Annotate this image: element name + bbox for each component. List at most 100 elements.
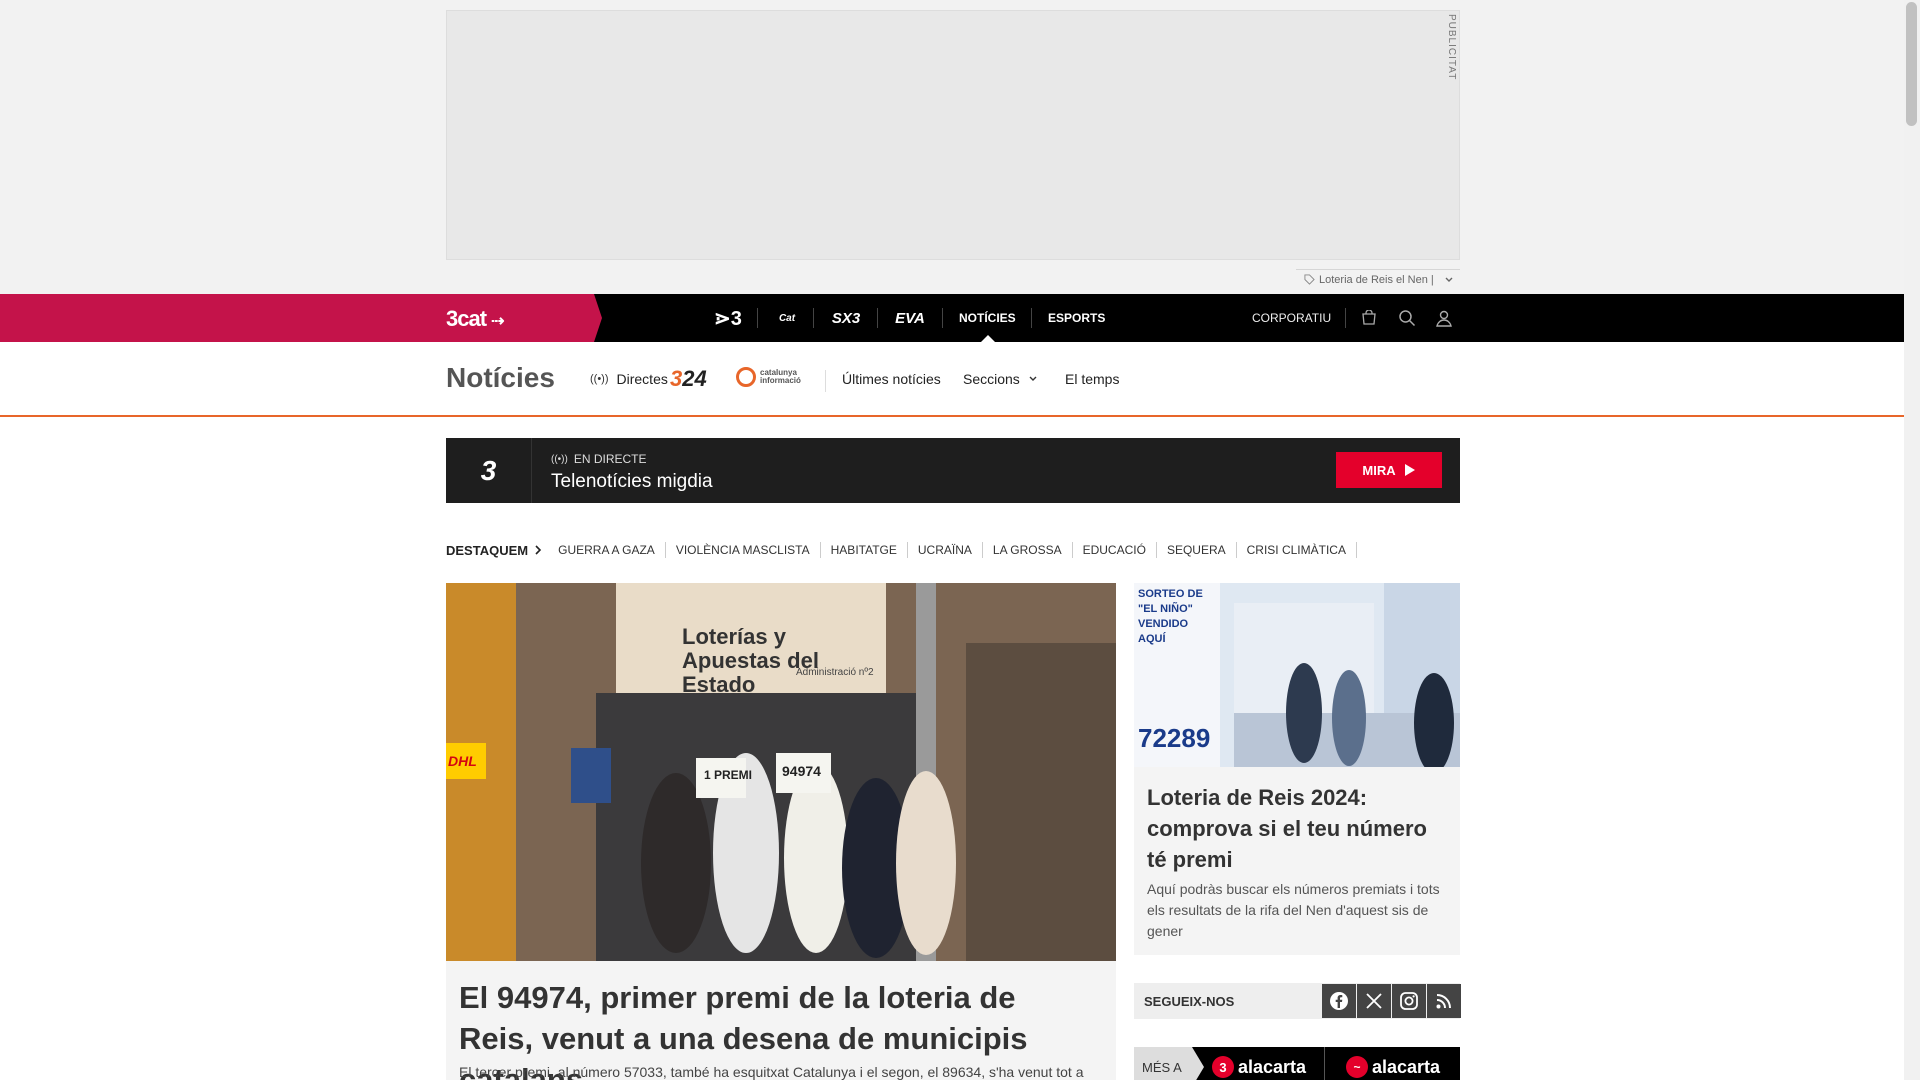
3cat-logo[interactable]: 3cat ⇢ bbox=[446, 306, 505, 332]
ticket-prize: 1 PREMI bbox=[704, 768, 753, 782]
eva-icon-text: EVA bbox=[895, 309, 925, 327]
live-link[interactable]: ((•)) Directes bbox=[590, 371, 668, 387]
broadcast-icon: ((•)) bbox=[551, 453, 568, 465]
x-icon[interactable] bbox=[1357, 984, 1391, 1018]
catradio-icon[interactable]: Cat bbox=[770, 294, 804, 342]
324-logo-digits: 24 bbox=[682, 366, 707, 391]
dhl-sign: DHL bbox=[448, 753, 477, 769]
instagram-icon[interactable] bbox=[1392, 984, 1426, 1018]
latest-news-link[interactable]: Últimes notícies bbox=[842, 371, 941, 387]
catalunya-informacio-logo[interactable]: catalunya informació bbox=[736, 367, 814, 387]
tv3-small-icon: 3 bbox=[1212, 1056, 1234, 1078]
section-title[interactable]: Notícies bbox=[446, 362, 555, 394]
chevron-down-icon bbox=[1029, 376, 1037, 381]
ad-band: PUBLICITAT Loteria de Reis el Nen | bbox=[0, 0, 1904, 294]
highlight-item[interactable]: LA GROSSA bbox=[983, 542, 1073, 558]
324-logo[interactable]: 332424 bbox=[670, 366, 707, 392]
live-tag: ((•)) EN DIRECTE bbox=[551, 452, 647, 466]
alacarta-label: alacarta bbox=[1238, 1056, 1307, 1077]
divider bbox=[1031, 308, 1032, 328]
main-article-card[interactable]: El 94974, primer premi de la loteria de … bbox=[446, 961, 1116, 1080]
catradio-icon-text: Cat bbox=[778, 312, 796, 324]
324-logo-mark: 3 bbox=[670, 366, 683, 391]
catradio-alacarta-link[interactable]: ~ alacarta bbox=[1346, 1055, 1440, 1079]
tv3-alacarta-link[interactable]: 3 alacarta bbox=[1212, 1055, 1306, 1079]
user-icon[interactable] bbox=[1432, 306, 1456, 330]
watch-button-label: MIRA bbox=[1362, 462, 1396, 478]
highlight-item[interactable]: VIOLÈNCIA MASCLISTA bbox=[666, 542, 821, 558]
nav-sports[interactable]: ESPORTS bbox=[1048, 294, 1105, 342]
ticket-number: 94974 bbox=[782, 763, 821, 779]
ad-label: PUBLICITAT bbox=[1446, 14, 1457, 81]
ci-logo-text: catalunya informació bbox=[760, 368, 801, 385]
watch-button[interactable]: MIRA bbox=[1336, 452, 1442, 488]
main-article-lede: El tercer premi, al número 57033, també … bbox=[459, 1064, 1084, 1080]
tv3-icon-text: ⋗3 bbox=[714, 307, 742, 330]
live-link-label: Directes bbox=[616, 371, 668, 387]
highlight-item[interactable]: HABITATGE bbox=[821, 542, 908, 558]
divider bbox=[757, 308, 758, 328]
tv3-icon[interactable]: ⋗3 bbox=[710, 294, 746, 342]
top-nav: 3cat ⇢ ⋗3 Cat SX3 EVA NOTÍCIES ESPORTS C… bbox=[0, 294, 1904, 342]
live-tag-label: EN DIRECTE bbox=[573, 452, 647, 466]
brand-band bbox=[0, 294, 602, 342]
ad-slot[interactable] bbox=[446, 10, 1460, 260]
highlight-item[interactable]: GUERRA A GAZA bbox=[548, 542, 666, 558]
tag-icon bbox=[1304, 274, 1315, 285]
tv3-live-logo: 3 bbox=[446, 438, 532, 503]
highlights-bar: DESTAQUEM GUERRA A GAZA VIOLÈNCIA MASCLI… bbox=[446, 540, 1357, 560]
admin-text: Administració nº2 bbox=[796, 667, 874, 678]
follow-us-bar: SEGUEIX-NOS bbox=[1134, 983, 1461, 1019]
alacarta-label: alacarta bbox=[1372, 1056, 1441, 1077]
page: PUBLICITAT Loteria de Reis el Nen | 3cat… bbox=[0, 0, 1920, 1080]
highlights-label[interactable]: DESTAQUEM bbox=[446, 543, 528, 558]
play-icon bbox=[1404, 464, 1415, 476]
sx3-icon-text: SX3 bbox=[831, 309, 861, 327]
scrollbar-thumb[interactable] bbox=[1906, 2, 1917, 126]
active-indicator bbox=[981, 335, 995, 342]
search-icon[interactable] bbox=[1395, 306, 1419, 330]
divider bbox=[942, 308, 943, 328]
highlight-item[interactable]: SEQUERA bbox=[1157, 542, 1237, 558]
sx3-icon[interactable]: SX3 bbox=[826, 294, 866, 342]
highlight-item[interactable]: EDUCACIÓ bbox=[1073, 542, 1157, 558]
highlight-item[interactable]: UCRAÏNA bbox=[908, 542, 983, 558]
poster-number: 72289 bbox=[1138, 723, 1211, 753]
live-strip[interactable]: 3 ((•)) EN DIRECTE Telenotícies migdia M… bbox=[446, 438, 1460, 503]
sections-dropdown[interactable]: Seccions bbox=[963, 371, 1038, 387]
ad-topic-note[interactable]: Loteria de Reis el Nen | bbox=[1296, 269, 1460, 289]
facebook-icon[interactable] bbox=[1322, 984, 1356, 1018]
main-article-image[interactable]: Loterías y Apuestas del Estado Administr… bbox=[446, 583, 1116, 961]
sections-label: Seccions bbox=[963, 371, 1020, 387]
divider bbox=[877, 308, 878, 328]
shop-icon[interactable] bbox=[1357, 306, 1381, 330]
divider bbox=[1345, 308, 1346, 328]
more-at-bar: MÉS A 3 alacarta ~ alacarta bbox=[1134, 1047, 1460, 1080]
highlight-item[interactable]: CRISI CLIMÀTICA bbox=[1237, 542, 1357, 558]
ad-note-text: Loteria de Reis el Nen | bbox=[1319, 273, 1434, 286]
side-article-lede: Aquí podràs buscar els números premiats … bbox=[1147, 881, 1440, 939]
chevron-right-icon bbox=[535, 545, 542, 555]
shop-sign-text: Loterías y Apuestas del Estado bbox=[682, 624, 819, 697]
arrow-icon: ⇢ bbox=[491, 313, 504, 330]
chevron-down-icon bbox=[1445, 277, 1453, 282]
tv3-live-logo-text: 3 bbox=[480, 454, 497, 486]
divider bbox=[1324, 1047, 1325, 1080]
section-header: Notícies ((•)) Directes 332424 catalunya… bbox=[0, 342, 1904, 417]
divider bbox=[813, 308, 814, 328]
side-article-card[interactable]: Loteria de Reis 2024: comprova si el teu… bbox=[1134, 767, 1460, 955]
side-article-image[interactable]: SORTEO DE "EL NIÑO" VENDIDO AQUÍ 72289 bbox=[1134, 583, 1460, 767]
live-program-title[interactable]: Telenotícies migdia bbox=[551, 471, 713, 493]
poster-text: SORTEO DE "EL NIÑO" VENDIDO AQUÍ bbox=[1138, 588, 1203, 645]
scrollbar[interactable] bbox=[1904, 0, 1920, 1080]
side-article-headline[interactable]: Loteria de Reis 2024: comprova si el teu… bbox=[1147, 782, 1447, 875]
nav-corporate[interactable]: CORPORATIU bbox=[1252, 294, 1331, 342]
more-at-label: MÉS A bbox=[1134, 1047, 1204, 1080]
weather-link[interactable]: El temps bbox=[1065, 371, 1119, 387]
eva-icon[interactable]: EVA bbox=[890, 294, 930, 342]
divider bbox=[825, 370, 826, 392]
catradio-small-icon: ~ bbox=[1346, 1056, 1368, 1078]
rss-icon[interactable] bbox=[1427, 984, 1461, 1018]
follow-us-label: SEGUEIX-NOS bbox=[1144, 994, 1235, 1009]
broadcast-icon: ((•)) bbox=[590, 373, 609, 385]
